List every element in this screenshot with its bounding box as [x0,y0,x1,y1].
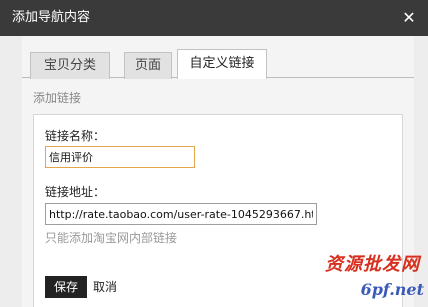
link-url-label: 链接地址： [45,185,106,199]
tab-custom-link[interactable]: 自定义链接 [177,49,267,79]
link-name-input[interactable] [45,146,195,168]
link-name-label: 链接名称： [45,129,106,143]
link-form: 链接名称： 链接地址： 只能添加淘宝网内部链接 保存 取消 [33,114,403,307]
add-nav-content-dialog: 添加导航内容 ✕ 宝贝分类 页面 自定义链接 添加链接 链接名称： 链接地址： … [0,0,428,307]
link-url-hint: 只能添加淘宝网内部链接 [45,231,178,245]
link-url-input[interactable] [45,203,317,225]
dialog-title: 添加导航内容 [12,10,91,25]
tab-bar: 宝贝分类 页面 自定义链接 [22,48,414,79]
close-icon[interactable]: ✕ [398,7,420,29]
save-button[interactable]: 保存 [45,276,87,298]
tab-item-categories[interactable]: 宝贝分类 [30,52,110,79]
tab-pages[interactable]: 页面 [124,52,172,79]
dialog-content: 宝贝分类 页面 自定义链接 添加链接 链接名称： 链接地址： 只能添加淘宝网内部… [22,36,414,307]
cancel-link[interactable]: 取消 [93,279,117,295]
dialog-titlebar: 添加导航内容 ✕ [0,0,428,36]
section-title: 添加链接 [33,91,82,105]
